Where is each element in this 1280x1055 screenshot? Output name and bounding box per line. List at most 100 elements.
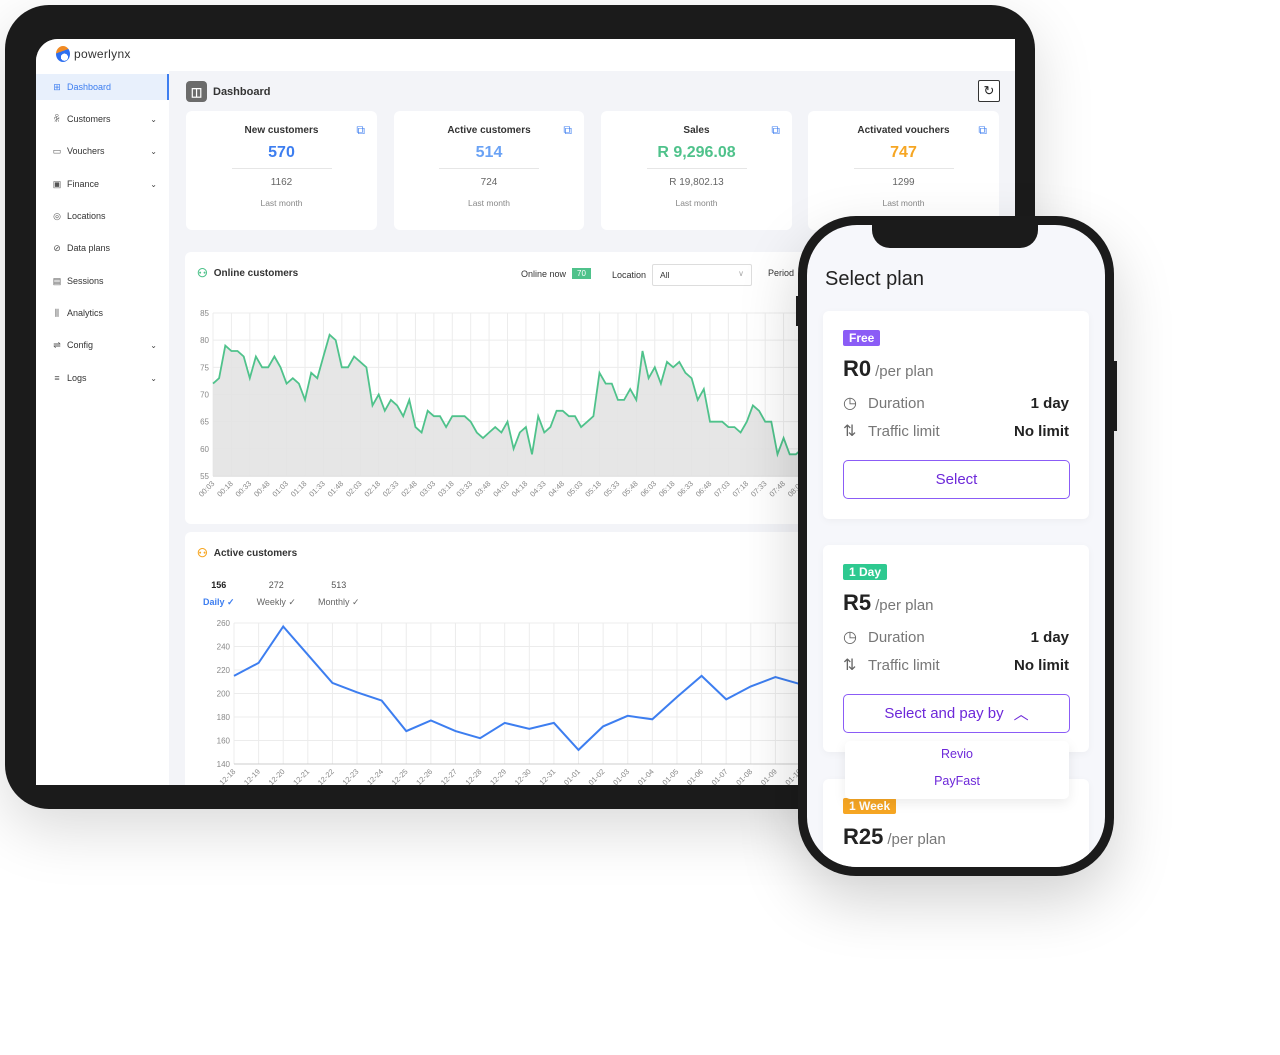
clock-icon: ◷ xyxy=(843,629,857,646)
x-tick-label: 12-20 xyxy=(267,767,287,785)
sessions-icon: ▤ xyxy=(52,275,62,286)
x-tick-label: 01:33 xyxy=(307,479,327,499)
card-value: 570 xyxy=(268,144,295,161)
sidebar-item-analytics[interactable]: ⫼ Analytics xyxy=(36,300,169,326)
sidebar-item-label: Dashboard xyxy=(67,82,112,92)
y-tick-label: 85 xyxy=(200,309,209,318)
price-unit: /per plan xyxy=(887,831,946,848)
x-tick-label: 05:18 xyxy=(583,479,603,499)
duration-value: 1 day xyxy=(1030,628,1069,646)
plan-card-free: Free R0/per plan ◷ Duration 1 day ⇅ Traffic… xyxy=(823,311,1089,519)
x-tick-label: 12-28 xyxy=(464,767,484,785)
x-tick-label: 00:03 xyxy=(197,479,217,499)
card-value: 514 xyxy=(475,144,503,161)
y-tick-label: 260 xyxy=(217,619,231,628)
x-tick-label: 07:33 xyxy=(749,479,769,499)
phone-side-button xyxy=(1113,361,1117,431)
chevron-up-icon: ︿ xyxy=(1013,706,1029,723)
menu-item-payfast[interactable]: PayFast xyxy=(845,768,1069,795)
stat-card: Activated vouchers 747 1299 Last month ⧉ xyxy=(808,111,999,230)
menu-item-revio[interactable]: Revio xyxy=(845,741,1069,768)
x-tick-label: 03:03 xyxy=(418,479,438,499)
sidebar-item-data-plans[interactable]: ⊘ Data plans xyxy=(36,235,169,261)
dashboard-icon: ◫ xyxy=(186,81,207,102)
sidebar-item-finance[interactable]: ▣ Finance ⌄ xyxy=(36,171,169,197)
divider xyxy=(646,168,747,169)
up-down-arrows-icon: ⇅ xyxy=(843,657,857,674)
payment-options-menu: Revio PayFast xyxy=(845,741,1069,799)
x-tick-label: 01-03 xyxy=(611,767,631,785)
x-tick-label: 02:18 xyxy=(362,479,382,499)
divider xyxy=(231,168,332,169)
duration-label: Duration xyxy=(868,394,925,412)
sidebar-item-label: Customers xyxy=(67,114,111,124)
x-tick-label: 04:18 xyxy=(510,479,530,499)
plan-price: R5/per plan xyxy=(843,590,934,616)
select-plan-title: Select plan xyxy=(825,268,924,290)
sidebar-item-label: Locations xyxy=(67,211,106,221)
plan-price: R0/per plan xyxy=(843,356,934,382)
duration-row: ◷ Duration 1 day xyxy=(843,627,1069,647)
sidebar-item-customers[interactable]: ꆜ Customers ⌄ xyxy=(36,106,169,132)
card-previous-value: 724 xyxy=(480,177,498,188)
select-button[interactable]: Select xyxy=(843,460,1070,499)
stat-card: Sales R 9,296.08 R 19,802.13 Last month … xyxy=(601,111,792,230)
logo[interactable]: powerlynx xyxy=(56,46,131,62)
refresh-button[interactable]: ↻ xyxy=(978,80,1000,102)
x-tick-label: 12-19 xyxy=(242,767,262,785)
card-title: Sales xyxy=(683,125,710,136)
x-tick-label: 07:48 xyxy=(767,479,787,499)
x-tick-label: 01:18 xyxy=(289,479,309,499)
x-tick-label: 05:48 xyxy=(620,479,640,499)
chevron-down-icon: ⌄ xyxy=(150,114,157,124)
sidebar-item-locations[interactable]: ◎ Locations xyxy=(36,203,169,229)
x-tick-label: 00:33 xyxy=(234,479,254,499)
phone-frame: Select plan Free R0/per plan ◷ Duration 1 … xyxy=(796,216,1117,876)
x-tick-label: 04:48 xyxy=(546,479,566,499)
external-link-icon[interactable]: ⧉ xyxy=(978,123,987,138)
x-tick-label: 12-25 xyxy=(390,767,410,785)
logo-icon xyxy=(56,46,70,62)
duration-row: ◷ Duration 1 day xyxy=(843,393,1069,413)
x-tick-label: 01-07 xyxy=(710,767,730,785)
traffic-row: ⇅ Traffic limit No limit xyxy=(843,421,1069,441)
external-link-icon[interactable]: ⧉ xyxy=(356,123,365,138)
card-title: Activated vouchers xyxy=(857,125,950,136)
users-icon: ꆜ xyxy=(53,114,61,124)
x-tick-label: 12-21 xyxy=(291,767,311,785)
x-tick-label: 12-31 xyxy=(537,767,557,785)
plan-price: R25/per plan xyxy=(843,824,946,850)
dashboard-icon: ⊞ xyxy=(53,81,61,92)
sidebar-item-logs[interactable]: ≡ Logs ⌄ xyxy=(36,365,169,391)
select-and-pay-dropdown-button[interactable]: Select and pay by ︿ xyxy=(843,694,1070,733)
x-tick-label: 03:18 xyxy=(436,479,456,499)
card-value: 747 xyxy=(890,144,917,161)
sidebar-item-label: Logs xyxy=(67,373,87,383)
x-tick-label: 12-18 xyxy=(217,767,237,785)
money-icon: ▣ xyxy=(52,178,62,189)
traffic-value: No limit xyxy=(1014,422,1069,440)
price-unit: /per plan xyxy=(875,597,934,614)
top-bar: powerlynx xyxy=(36,39,1015,71)
divider xyxy=(439,168,539,169)
sidebar-item-config[interactable]: ⇌ Config ⌄ xyxy=(36,332,169,358)
sidebar-item-sessions[interactable]: ▤ Sessions xyxy=(36,268,169,294)
x-tick-label: 01:48 xyxy=(326,479,346,499)
button-label: Select and pay by xyxy=(884,705,1004,722)
sidebar-item-vouchers[interactable]: ▭ Vouchers ⌄ xyxy=(36,138,169,164)
plan-badge: Free xyxy=(843,330,881,346)
card-subtitle: Last month xyxy=(467,198,511,208)
sidebar-item-label: Vouchers xyxy=(67,146,105,156)
data-plan-icon: ⊘ xyxy=(53,242,61,253)
sidebar-item-label: Data plans xyxy=(67,243,111,253)
external-link-icon[interactable]: ⧉ xyxy=(771,123,780,138)
x-tick-label: 06:48 xyxy=(694,479,714,499)
phone-notch xyxy=(872,225,1038,248)
external-link-icon[interactable]: ⧉ xyxy=(563,123,572,138)
chevron-down-icon: ⌄ xyxy=(150,373,157,383)
price-value: R5 xyxy=(843,590,872,615)
sidebar-item-dashboard[interactable]: ⊞ Dashboard xyxy=(36,74,169,100)
x-tick-label: 06:18 xyxy=(657,479,677,499)
x-tick-label: 05:33 xyxy=(602,479,622,499)
y-tick-label: 70 xyxy=(200,391,209,400)
